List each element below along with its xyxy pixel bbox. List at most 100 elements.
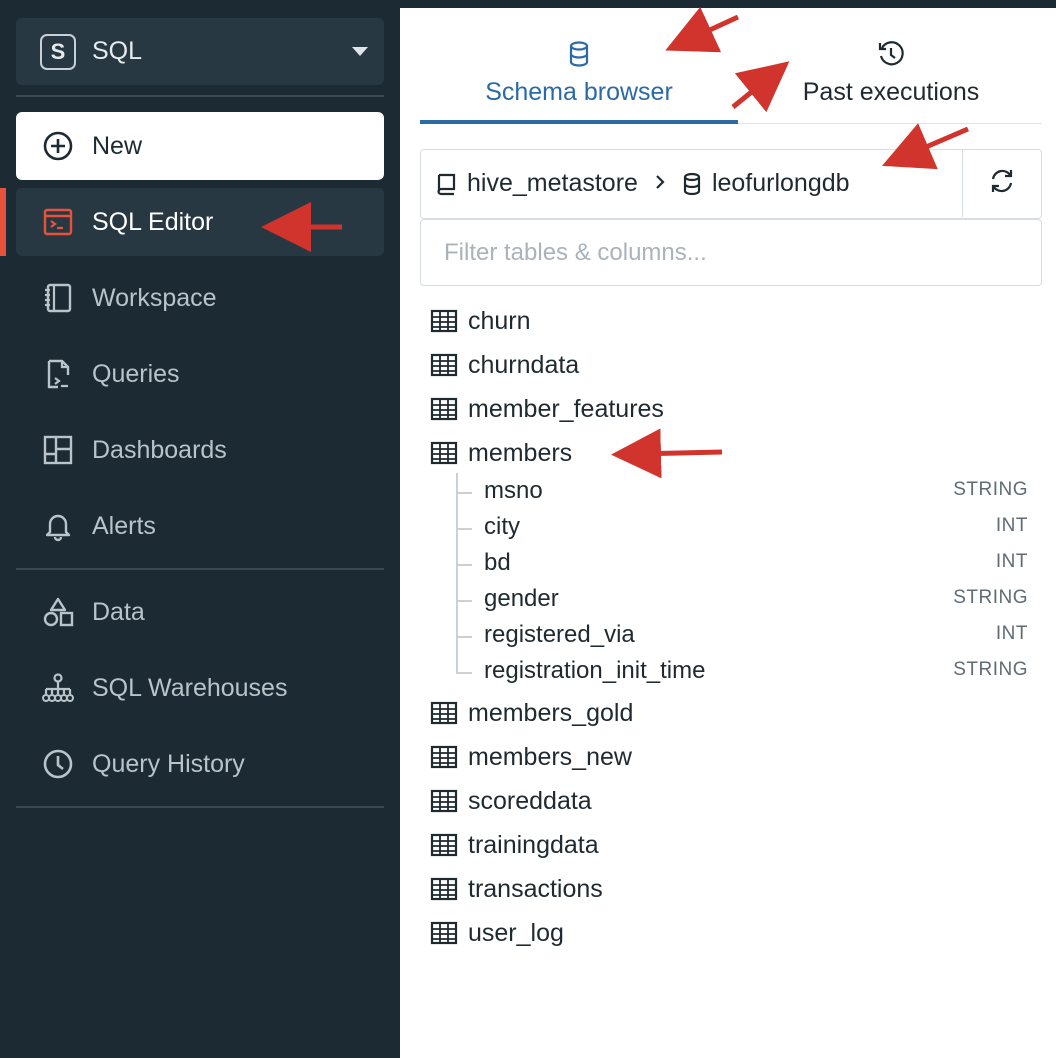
column-type: STRING <box>953 479 1028 500</box>
active-tab-underline <box>420 120 738 124</box>
catalog-icon <box>435 172 457 196</box>
history-icon <box>877 34 905 74</box>
tree-line <box>456 600 472 602</box>
table-name: members <box>468 438 573 467</box>
column-type: INT <box>995 515 1028 536</box>
sql-editor-icon <box>40 204 76 240</box>
column-type: INT <box>995 623 1028 644</box>
tabs-divider <box>738 123 1042 124</box>
table-item-scoreddata[interactable]: scoreddata <box>430 781 592 821</box>
sidebar-item-label: Data <box>92 597 145 626</box>
table-name: members_gold <box>468 698 634 727</box>
sidebar-divider <box>16 95 384 97</box>
chevron-right-icon <box>654 169 666 198</box>
active-indicator <box>0 188 6 256</box>
sidebar-item-alerts[interactable]: Alerts <box>16 492 384 560</box>
table-name: transactions <box>468 874 603 903</box>
table-item-transactions[interactable]: transactions <box>430 869 603 909</box>
new-button-label: New <box>92 131 143 160</box>
schema-selector: hive_metastore leofurlongdb <box>420 149 1042 219</box>
sidebar-item-sql-warehouses[interactable]: SQL Warehouses <box>16 654 384 722</box>
table-icon <box>430 699 458 727</box>
top-edge <box>400 0 1056 8</box>
table-item-churndata[interactable]: churndata <box>430 345 579 385</box>
table-item-churn[interactable]: churn <box>430 301 531 341</box>
column-row[interactable]: city INT <box>430 509 1028 547</box>
data-icon <box>40 594 76 630</box>
sidebar-item-query-history[interactable]: Query History <box>16 730 384 798</box>
table-name: scoreddata <box>468 786 592 815</box>
sidebar-item-data[interactable]: Data <box>16 578 384 646</box>
breadcrumb-catalog[interactable]: hive_metastore <box>467 169 638 198</box>
persona-switcher[interactable]: S SQL <box>16 18 384 85</box>
clock-icon <box>40 746 76 782</box>
table-icon <box>430 395 458 423</box>
tab-label: Schema browser <box>485 78 673 106</box>
tree-line <box>456 492 472 494</box>
column-name: bd <box>484 549 511 576</box>
bell-icon <box>40 508 76 544</box>
new-button[interactable]: New <box>16 112 384 180</box>
tab-past-executions[interactable]: Past executions <box>732 30 1050 124</box>
column-name: city <box>484 513 520 540</box>
sidebar-item-label: Query History <box>92 749 245 778</box>
app-window: S SQL New SQL Editor Workspace Queries D… <box>0 0 1056 1058</box>
sidebar-item-label: Alerts <box>92 511 156 540</box>
column-row[interactable]: msno STRING <box>430 473 1028 511</box>
sidebar-item-workspace[interactable]: Workspace <box>16 264 384 332</box>
tab-label: Past executions <box>802 78 980 106</box>
column-type: STRING <box>953 587 1028 608</box>
column-row[interactable]: gender STRING <box>430 581 1028 619</box>
column-row[interactable]: registration_init_time STRING <box>430 653 1028 689</box>
tree-line <box>456 653 458 673</box>
table-item-trainingdata[interactable]: trainingdata <box>430 825 599 865</box>
column-type: INT <box>995 551 1028 572</box>
sidebar: S SQL New SQL Editor Workspace Queries D… <box>0 0 400 1058</box>
sidebar-item-label: Dashboards <box>92 435 227 464</box>
column-row[interactable]: registered_via INT <box>430 617 1028 655</box>
table-icon <box>430 307 458 335</box>
workspace-icon <box>40 280 76 316</box>
table-item-members-gold[interactable]: members_gold <box>430 693 633 733</box>
sidebar-item-label: Workspace <box>92 283 217 312</box>
column-row[interactable]: bd INT <box>430 545 1028 583</box>
table-item-members-new[interactable]: members_new <box>430 737 632 777</box>
sidebar-item-queries[interactable]: Queries <box>16 340 384 408</box>
column-name: gender <box>484 585 559 612</box>
table-name: user_log <box>468 918 564 947</box>
table-name: trainingdata <box>468 830 599 859</box>
column-type: STRING <box>953 659 1028 680</box>
persona-label: SQL <box>92 37 143 65</box>
table-item-user-log[interactable]: user_log <box>430 913 564 953</box>
table-icon <box>430 743 458 771</box>
refresh-icon <box>988 167 1016 200</box>
breadcrumb[interactable]: hive_metastore leofurlongdb <box>435 150 850 217</box>
breadcrumb-schema[interactable]: leofurlongdb <box>712 169 850 198</box>
table-icon <box>430 875 458 903</box>
tree-line <box>456 636 472 638</box>
database-icon <box>682 172 702 196</box>
panel-tabs: Schema browser Past executions <box>420 30 1042 126</box>
dashboards-icon <box>40 432 76 468</box>
sidebar-item-dashboards[interactable]: Dashboards <box>16 416 384 484</box>
refresh-button[interactable] <box>962 150 1041 217</box>
table-icon <box>430 919 458 947</box>
tree-line <box>456 528 472 530</box>
column-name: registration_init_time <box>484 657 706 684</box>
plus-circle-icon <box>40 128 76 164</box>
sidebar-divider <box>16 806 384 808</box>
sidebar-item-sql-editor[interactable]: SQL Editor <box>16 188 384 256</box>
tab-schema-browser[interactable]: Schema browser <box>420 30 738 124</box>
table-item-member-features[interactable]: member_features <box>430 389 664 429</box>
persona-badge: S <box>40 33 76 70</box>
table-icon <box>430 787 458 815</box>
tree-line <box>456 564 472 566</box>
table-item-members[interactable]: members <box>430 433 572 473</box>
sidebar-item-label: Queries <box>92 359 180 388</box>
table-name: churndata <box>468 350 580 379</box>
table-name: members_new <box>468 742 632 771</box>
filter-tables-input[interactable] <box>420 219 1042 286</box>
sidebar-item-label: SQL Warehouses <box>92 673 288 702</box>
column-name: registered_via <box>484 621 635 648</box>
database-icon <box>568 34 590 74</box>
